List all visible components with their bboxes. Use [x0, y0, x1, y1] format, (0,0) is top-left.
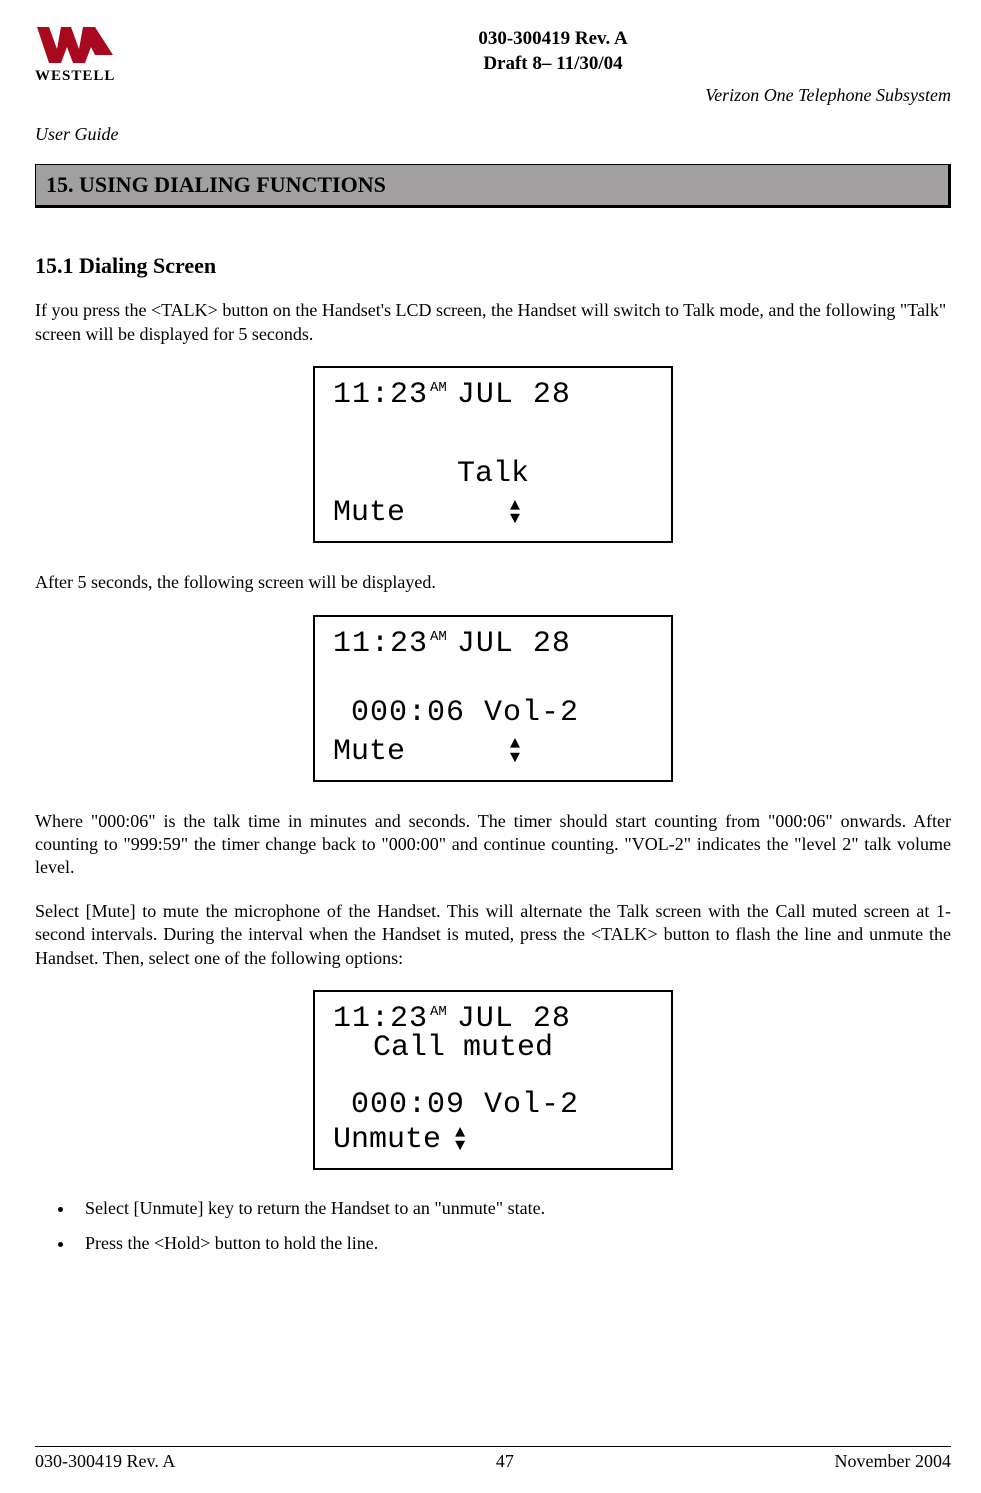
arrow-updown-icon — [405, 496, 623, 531]
lcd2-date: JUL 28 — [457, 625, 571, 664]
lcd-screen-timer: 11:23 AM JUL 28 000:06 Vol-2 Mute — [313, 615, 673, 782]
arrow-updown-icon — [441, 1123, 463, 1158]
arrow-updown-icon — [405, 734, 623, 769]
lcd2-timer: 000:06 Vol-2 — [333, 694, 653, 733]
brand-name: WESTELL — [35, 67, 155, 85]
left-subtitle: User Guide — [35, 124, 951, 146]
document-revision-block: 030-300419 Rev. A Draft 8– 11/30/04 — [155, 25, 951, 76]
bullet-list: Select [Unmute] key to return the Handse… — [35, 1198, 951, 1255]
lcd-screen-talk: 11:23 AM JUL 28 Talk Mute — [313, 366, 673, 543]
lcd3-softkey: Unmute — [333, 1121, 441, 1160]
lcd3-status: Call muted — [373, 1029, 653, 1068]
footer-page-number: 47 — [496, 1451, 514, 1473]
bullet-hold: Press the <Hold> button to hold the line… — [75, 1233, 951, 1255]
lcd2-ampm: AM — [430, 628, 447, 646]
lcd1-clock: 11:23 — [333, 376, 428, 415]
right-subtitle: Verizon One Telephone Subsystem — [705, 85, 951, 107]
paragraph-intro-2: After 5 seconds, the following screen wi… — [35, 571, 951, 594]
lcd1-center-label: Talk — [333, 455, 653, 494]
paragraph-explain-1: Where "000:06" is the talk time in minut… — [35, 810, 951, 880]
paragraph-explain-2: Select [Mute] to mute the microphone of … — [35, 900, 951, 970]
lcd-screen-muted: 11:23 AM JUL 28 Call muted 000:09 Vol-2 … — [313, 990, 673, 1170]
lcd2-softkey: Mute — [333, 733, 405, 772]
westell-logo: WESTELL — [35, 25, 155, 85]
footer-right: November 2004 — [835, 1451, 951, 1473]
bullet-unmute: Select [Unmute] key to return the Handse… — [75, 1198, 951, 1220]
draft-date: Draft 8– 11/30/04 — [155, 52, 951, 77]
section-heading: 15.1 Dialing Screen — [35, 253, 951, 279]
lcd3-ampm: AM — [430, 1003, 447, 1021]
footer-left: 030-300419 Rev. A — [35, 1451, 175, 1473]
paragraph-intro-1: If you press the <TALK> button on the Ha… — [35, 299, 951, 346]
lcd2-clock: 11:23 — [333, 625, 428, 664]
lcd3-timer: 000:09 Vol-2 — [333, 1086, 653, 1125]
page-footer: 030-300419 Rev. A 47 November 2004 — [35, 1446, 951, 1473]
lcd1-ampm: AM — [430, 379, 447, 397]
section-banner: 15. USING DIALING FUNCTIONS — [35, 164, 951, 208]
lcd1-softkey: Mute — [333, 494, 405, 533]
doc-rev: 030-300419 Rev. A — [155, 27, 951, 52]
lcd1-date: JUL 28 — [457, 376, 571, 415]
